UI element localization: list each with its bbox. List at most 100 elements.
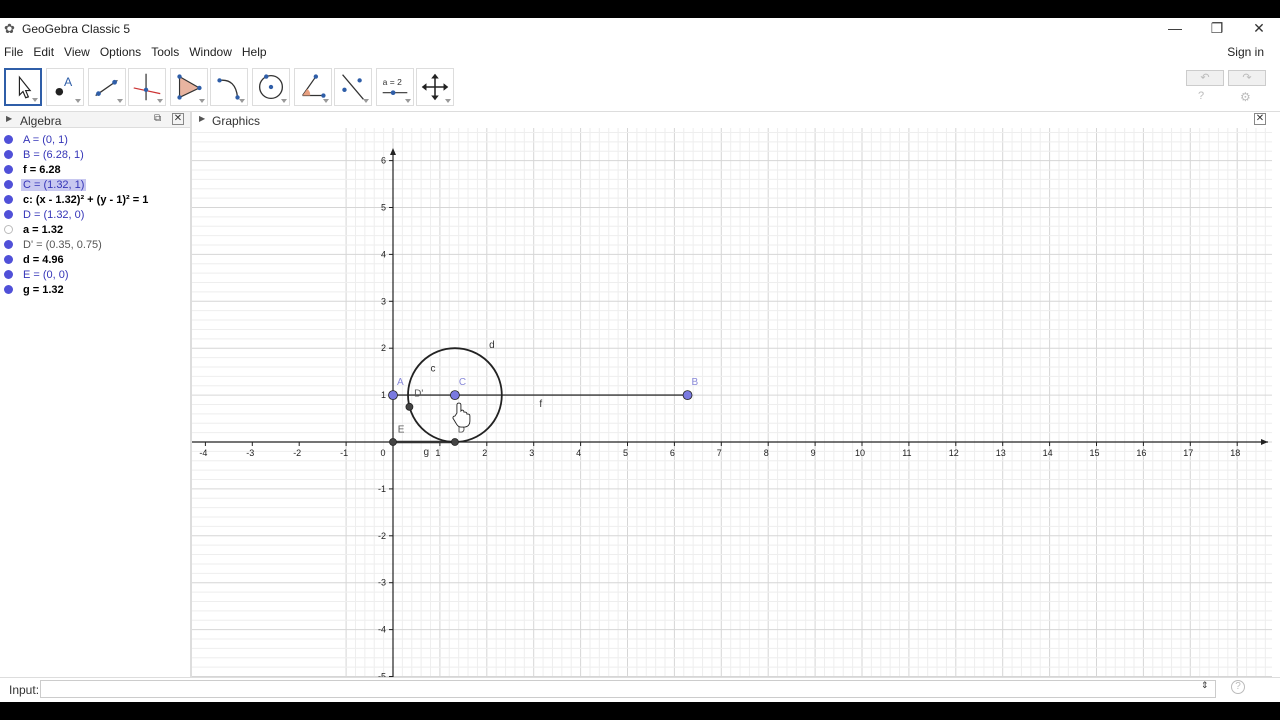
input-history-spinner-icon[interactable]: ⇕ — [1201, 680, 1209, 691]
visibility-toggle[interactable] — [4, 195, 13, 204]
window-title: GeoGebra Classic 5 — [22, 22, 131, 36]
menu-help[interactable]: Help — [237, 45, 272, 59]
menu-edit[interactable]: Edit — [28, 45, 59, 59]
x-axis-arrow — [1261, 439, 1268, 445]
visibility-toggle[interactable] — [4, 285, 13, 294]
slider-tool-button[interactable]: a = 2 — [376, 68, 414, 106]
algebra-item[interactable]: c: (x - 1.32)² + (y - 1)² = 1 — [0, 192, 190, 207]
circle-tool-button[interactable] — [252, 68, 290, 106]
input-label: Input: — [9, 683, 40, 697]
menu-view[interactable]: View — [59, 45, 95, 59]
input-help-icon[interactable]: ? — [1231, 680, 1245, 694]
algebra-item[interactable]: g = 1.32 — [0, 282, 190, 297]
label-c-circle: c — [431, 364, 436, 375]
title-bar: ✿ GeoGebra Classic 5 — ❐ ✕ — [0, 18, 1280, 40]
algebra-item[interactable]: a = 1.32 — [0, 222, 190, 237]
algebra-item[interactable]: B = (6.28, 1) — [0, 147, 190, 162]
line-tool-button[interactable] — [88, 68, 126, 106]
menu-window[interactable]: Window — [184, 45, 237, 59]
move-tool-button[interactable] — [4, 68, 42, 106]
redo-icon: ↷ — [1242, 72, 1252, 84]
visibility-toggle[interactable] — [4, 270, 13, 279]
undo-button[interactable]: ↶ — [1186, 70, 1224, 86]
visibility-toggle[interactable] — [4, 150, 13, 159]
label-e: E — [398, 425, 405, 436]
label-g: g — [423, 447, 429, 458]
visibility-toggle[interactable] — [4, 240, 13, 249]
algebra-view-header: ▶ Algebra ⧉ ✕ — [0, 112, 190, 128]
x-tick-label: -2 — [293, 448, 301, 458]
point-d — [451, 438, 459, 446]
algebra-item-text: c: (x - 1.32)² + (y - 1)² = 1 — [23, 193, 149, 206]
move-graphics-tool-button[interactable] — [416, 68, 454, 106]
point-tool-button[interactable]: A — [46, 68, 84, 106]
algebra-collapse-icon[interactable]: ▶ — [6, 114, 12, 123]
x-tick-label: 18 — [1230, 448, 1240, 458]
algebra-item-text: a = 1.32 — [23, 223, 64, 236]
y-tick-label: 3 — [381, 296, 386, 306]
minimize-button[interactable]: — — [1154, 18, 1196, 40]
point-d-prime — [405, 402, 414, 411]
redo-button[interactable]: ↷ — [1228, 70, 1266, 86]
menu-file[interactable]: File — [0, 45, 28, 59]
sign-in-link[interactable]: Sign in — [1227, 45, 1264, 59]
algebra-item[interactable]: D' = (0.35, 0.75) — [0, 237, 190, 252]
arc-tool-button[interactable] — [210, 68, 248, 106]
menu-tools[interactable]: Tools — [146, 45, 184, 59]
visibility-toggle[interactable] — [4, 180, 13, 189]
perpendicular-line-tool-button[interactable] — [128, 68, 166, 106]
close-button[interactable]: ✕ — [1238, 18, 1280, 40]
tool-menu-arrow — [239, 99, 245, 103]
visibility-toggle[interactable] — [4, 210, 13, 219]
tool-menu-arrow — [445, 99, 451, 103]
tool-menu-arrow — [363, 99, 369, 103]
algebra-item[interactable]: A = (0, 1) — [0, 132, 190, 147]
algebra-item-text: C = (1.32, 1) — [21, 178, 87, 191]
graphics-view[interactable]: -4-3-2-10123456789101112131415161718-5-4… — [192, 128, 1272, 694]
algebra-view-title: Algebra — [20, 114, 62, 128]
x-tick-label: 7 — [717, 448, 722, 458]
graphics-canvas[interactable]: -4-3-2-10123456789101112131415161718-5-4… — [192, 128, 1272, 694]
x-tick-label: 1 — [435, 448, 440, 458]
geogebra-logo-icon: ✿ — [4, 21, 15, 36]
point-a — [388, 390, 398, 401]
visibility-toggle[interactable] — [4, 225, 13, 234]
x-tick-label: -4 — [199, 448, 207, 458]
polygon-tool-button[interactable] — [170, 68, 208, 106]
tool-menu-arrow — [157, 99, 163, 103]
graphics-collapse-icon[interactable]: ▶ — [199, 114, 205, 123]
algebra-item[interactable]: f = 6.28 — [0, 162, 190, 177]
x-tick-label: 16 — [1136, 448, 1146, 458]
algebra-item[interactable]: D = (1.32, 0) — [0, 207, 190, 222]
menu-options[interactable]: Options — [95, 45, 146, 59]
visibility-toggle[interactable] — [4, 135, 13, 144]
input-field[interactable] — [40, 680, 1216, 698]
algebra-item-text: g = 1.32 — [23, 283, 64, 296]
x-tick-label: 2 — [482, 448, 487, 458]
visibility-toggle[interactable] — [4, 255, 13, 264]
x-tick-label: 17 — [1183, 448, 1193, 458]
tool-menu-arrow — [323, 99, 329, 103]
visibility-toggle[interactable] — [4, 165, 13, 174]
algebra-item[interactable]: C = (1.32, 1) — [0, 177, 190, 192]
close-graphics-view-button[interactable]: ✕ — [1254, 113, 1266, 125]
label-b: B — [692, 377, 699, 388]
algebra-item[interactable]: E = (0, 0) — [0, 267, 190, 282]
detach-view-icon[interactable]: ⧉ — [154, 113, 161, 124]
tool-menu-arrow — [32, 98, 38, 102]
label-c: C — [459, 377, 466, 388]
angle-tool-button[interactable] — [294, 68, 332, 106]
help-icon[interactable]: ? — [1198, 90, 1204, 102]
reflect-tool-button[interactable] — [334, 68, 372, 106]
algebra-item[interactable]: d = 4.96 — [0, 252, 190, 267]
x-tick-label: 6 — [670, 448, 675, 458]
algebra-item-text: D = (1.32, 0) — [23, 208, 85, 221]
label-f: f — [539, 399, 542, 410]
close-algebra-view-button[interactable]: ✕ — [172, 113, 184, 125]
restore-button[interactable]: ❐ — [1196, 18, 1238, 40]
tool-menu-arrow — [199, 99, 205, 103]
algebra-item-text: d = 4.96 — [23, 253, 64, 266]
settings-gear-icon[interactable]: ⚙ — [1240, 90, 1251, 104]
y-tick-label: 1 — [381, 390, 386, 400]
algebra-item-text: A = (0, 1) — [23, 133, 68, 146]
